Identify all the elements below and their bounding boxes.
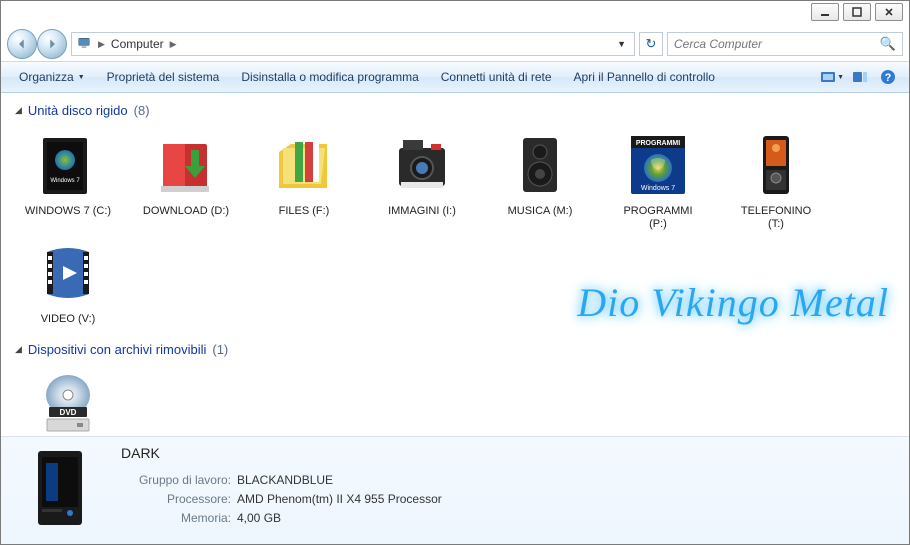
speaker-icon: [504, 129, 576, 201]
group-header-removable[interactable]: ◢ Dispositivi con archivi rimovibili (1): [15, 342, 897, 357]
map-drive-button[interactable]: Connetti unità di rete: [431, 66, 562, 88]
drive-video-v[interactable]: VIDEO (V:): [21, 234, 115, 329]
organize-menu[interactable]: Organizza▼: [9, 66, 95, 88]
drive-dvd-o[interactable]: DVD Unità DVD RW(O:): [21, 365, 115, 436]
drive-label: IMMAGINI (I:): [388, 205, 456, 218]
svg-text:PROGRAMMI: PROGRAMMI: [636, 140, 680, 147]
computer-icon: [76, 36, 92, 53]
film-reel-icon: [32, 237, 104, 309]
group-title: Unità disco rigido: [28, 103, 128, 118]
processor-label: Processore:: [121, 490, 231, 509]
drive-label: MUSICA (M:): [508, 205, 573, 218]
svg-text:Windows 7: Windows 7: [641, 185, 675, 192]
search-input[interactable]: [674, 37, 880, 51]
collapse-icon: ◢: [15, 344, 22, 355]
maximize-button[interactable]: [843, 3, 871, 21]
drive-immagini-i[interactable]: IMMAGINI (I:): [375, 126, 469, 234]
drive-label: WINDOWS 7 (C:): [25, 205, 111, 218]
drive-label: DOWNLOAD (D:): [143, 205, 229, 218]
refresh-button[interactable]: ↻: [639, 32, 663, 56]
chevron-right-icon: ▶: [170, 39, 177, 50]
breadcrumb-location[interactable]: Computer: [111, 37, 164, 51]
windows7-box-icon: Windows 7: [32, 129, 104, 201]
phone-icon: [740, 129, 812, 201]
control-panel-button[interactable]: Apri il Pannello di controllo: [564, 66, 725, 88]
address-dropdown[interactable]: ▼: [613, 39, 630, 49]
search-icon[interactable]: 🔍: [880, 36, 896, 52]
group-title: Dispositivi con archivi rimovibili: [28, 342, 206, 357]
svg-text:?: ?: [885, 72, 892, 84]
drive-musica-m[interactable]: MUSICA (M:): [493, 126, 587, 234]
svg-text:DVD: DVD: [60, 408, 77, 417]
group-header-hdd[interactable]: ◢ Unità disco rigido (8): [15, 103, 897, 118]
group-count: (1): [212, 342, 228, 357]
processor-value: AMD Phenom(tm) II X4 955 Processor: [237, 490, 442, 509]
folder-files-icon: [268, 129, 340, 201]
toolbar: Organizza▼ Proprietà del sistema Disinst…: [1, 61, 909, 93]
view-menu[interactable]: ▼: [819, 66, 845, 88]
minimize-button[interactable]: [811, 3, 839, 21]
workgroup-label: Gruppo di lavoro:: [121, 471, 231, 490]
programmi-box-icon: PROGRAMMI Windows 7: [622, 129, 694, 201]
group-count: (8): [134, 103, 150, 118]
drive-download-d[interactable]: DOWNLOAD (D:): [139, 126, 233, 234]
svg-text:Windows 7: Windows 7: [50, 178, 80, 184]
content-area: ◢ Unità disco rigido (8) Windows 7 WINDO…: [1, 93, 909, 436]
workgroup-value: BLACKANDBLUE: [237, 471, 333, 490]
drive-files-f[interactable]: FILES (F:): [257, 126, 351, 234]
drive-programmi-p[interactable]: PROGRAMMI Windows 7 PROGRAMMI (P:): [611, 126, 705, 234]
chevron-right-icon: ▶: [98, 39, 105, 50]
nav-row: ▶ Computer ▶ ▼ ↻ 🔍: [1, 27, 909, 61]
drive-label: VIDEO (V:): [41, 313, 96, 326]
memory-value: 4,00 GB: [237, 509, 281, 528]
uninstall-program-button[interactable]: Disinstalla o modifica programma: [231, 66, 428, 88]
system-properties-button[interactable]: Proprietà del sistema: [97, 66, 230, 88]
dvd-drive-icon: DVD: [32, 368, 104, 436]
forward-button[interactable]: [37, 29, 67, 59]
collapse-icon: ◢: [15, 105, 22, 116]
drive-label: TELEFONINO (T:): [732, 205, 820, 231]
drive-label: FILES (F:): [279, 205, 330, 218]
help-button[interactable]: ?: [875, 66, 901, 88]
search-box[interactable]: 🔍: [667, 32, 903, 56]
titlebar: [1, 1, 909, 27]
memory-label: Memoria:: [121, 509, 231, 528]
details-pane: DARK Gruppo di lavoro: BLACKANDBLUE Proce…: [1, 436, 909, 544]
computer-tower-icon: [15, 445, 105, 531]
polaroid-camera-icon: [386, 129, 458, 201]
download-box-icon: [150, 129, 222, 201]
drive-label: PROGRAMMI (P:): [614, 205, 702, 231]
back-button[interactable]: [7, 29, 37, 59]
close-button[interactable]: [875, 3, 903, 21]
drive-telefonino-t[interactable]: TELEFONINO (T:): [729, 126, 823, 234]
drive-windows7-c[interactable]: Windows 7 WINDOWS 7 (C:): [21, 126, 115, 234]
computer-name: DARK: [121, 445, 442, 461]
address-bar[interactable]: ▶ Computer ▶ ▼: [71, 32, 635, 56]
preview-pane-button[interactable]: [847, 66, 873, 88]
